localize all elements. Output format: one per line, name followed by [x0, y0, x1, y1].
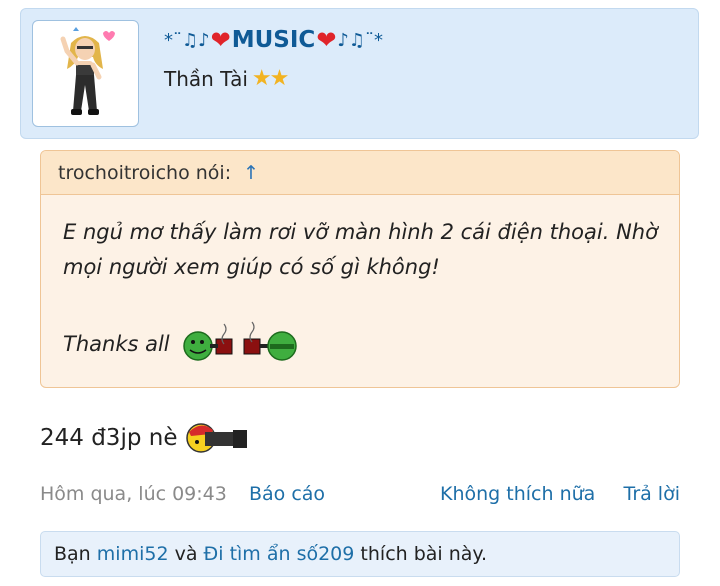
- likes-conj: và: [174, 543, 198, 565]
- post-text: 244 đ3jp nè: [40, 420, 251, 456]
- user-title: Thần Tài ★★: [164, 66, 289, 91]
- star-icon: ★★: [251, 66, 289, 91]
- quote-thanks-row: Thanks all: [63, 314, 300, 362]
- quote-line-2: mọi người xem giúp có số gì không!: [63, 255, 440, 279]
- liker-link-mimi52[interactable]: mimi52: [97, 543, 169, 565]
- post-timestamp[interactable]: Hôm qua, lúc 09:43: [40, 483, 227, 505]
- likes-suffix: thích bài này.: [360, 543, 488, 565]
- post-meta-row: Hôm qua, lúc 09:43 Báo cáo Không thích n…: [40, 483, 680, 509]
- quote-header: trochoitroicho nói: ↑: [41, 151, 679, 195]
- quote-author[interactable]: trochoitroicho nói:: [58, 162, 231, 184]
- avatar-figure-icon: [60, 27, 115, 115]
- toast-emoticon-icon: [182, 321, 297, 361]
- post-text-body: 244 đ3jp nè: [40, 425, 178, 451]
- liker-link-di-tim-an-so209[interactable]: Đi tìm ẩn số209: [204, 543, 355, 565]
- jump-to-quote-arrow-icon[interactable]: ↑: [243, 162, 259, 184]
- user-card: *¨♫♪ ❤ MUSIC ❤ ♪♫¨* Thần Tài ★★: [20, 8, 699, 139]
- name-prefix: *¨♫♪: [164, 29, 210, 51]
- likes-summary: Bạn mimi52 và Đi tìm ẩn số209 thích bài …: [40, 531, 680, 577]
- name-core: MUSIC: [231, 27, 316, 53]
- author-name[interactable]: *¨♫♪ ❤ MUSIC ❤ ♪♫¨*: [164, 26, 383, 54]
- heart-icon: ❤: [316, 26, 337, 54]
- quote-line-1: E ngủ mơ thấy làm rơi vỡ màn hình 2 cái …: [63, 220, 658, 244]
- unlike-link[interactable]: Không thích nữa: [440, 483, 595, 505]
- name-suffix: ♪♫¨*: [337, 29, 384, 51]
- user-title-text: Thần Tài: [164, 66, 248, 91]
- heart-icon: ❤: [210, 26, 231, 54]
- camera-emoticon-icon: [186, 423, 248, 453]
- likes-prefix: Bạn: [54, 543, 91, 565]
- report-link[interactable]: Báo cáo: [249, 483, 325, 505]
- avatar[interactable]: [32, 20, 139, 127]
- quote-box: trochoitroicho nói: ↑ E ngủ mơ thấy làm …: [40, 150, 680, 388]
- quote-thanks: Thanks all: [63, 332, 170, 356]
- quote-text: E ngủ mơ thấy làm rơi vỡ màn hình 2 cái …: [63, 215, 663, 285]
- reply-link[interactable]: Trả lời: [624, 483, 681, 505]
